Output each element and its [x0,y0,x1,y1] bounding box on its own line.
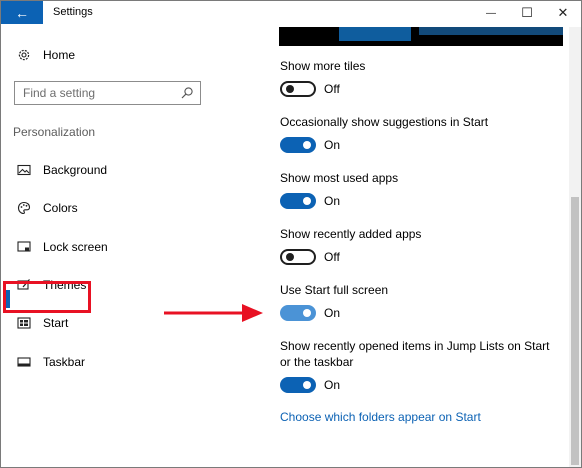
toggle-knob [303,381,311,389]
setting-label-full-screen: Use Start full screen [280,283,389,297]
title-bar: ← Settings — ☐ ✕ [1,1,581,27]
close-icon: ✕ [557,5,569,20]
window-title: Settings [53,6,93,18]
start-preview [279,27,563,46]
maximize-icon: ☐ [521,5,533,20]
toggle-state-label: Off [324,82,340,96]
scrollbar-thumb[interactable] [571,197,579,465]
toggle-state-label: On [324,194,341,208]
setting-label-show-more-tiles: Show more tiles [280,59,366,73]
toggle-knob [303,141,311,149]
toggle-knob [303,197,311,205]
sidebar-item-lock-screen[interactable]: Lock screen [1,232,221,262]
preview-tiles [339,27,411,41]
gear-icon [17,48,31,62]
toggle-state-label: On [324,306,341,320]
toggle-suggestions[interactable] [280,137,316,153]
sidebar-home-label: Home [43,48,76,62]
search-box[interactable] [14,81,201,105]
sidebar-item-label: Taskbar [43,355,86,369]
sidebar-item-label: Colors [43,201,78,215]
setting-label-recently-added: Show recently added apps [280,227,422,241]
toggle-state-label: Off [324,250,340,264]
taskbar-icon [17,355,31,369]
sidebar-item-background[interactable]: Background [1,155,221,185]
start-icon [17,316,31,330]
annotation-highlight-box [3,281,91,313]
toggle-most-used[interactable] [280,193,316,209]
search-input[interactable] [15,82,175,104]
sidebar: Home Personalization Background Colors [1,27,231,467]
setting-label-line: or the taskbar [280,355,354,369]
sidebar-item-taskbar[interactable]: Taskbar [1,347,221,377]
toggle-jump-lists[interactable] [280,377,316,393]
setting-label-most-used: Show most used apps [280,171,399,185]
toggle-recently-added[interactable] [280,249,316,265]
picture-icon [17,163,31,177]
sidebar-item-label: Lock screen [43,240,108,254]
toggle-full-screen[interactable] [280,305,316,321]
setting-label-line: Show recently opened items in Jump Lists… [280,339,550,353]
sidebar-item-label: Background [43,163,108,177]
minimize-button[interactable]: — [473,1,509,25]
toggle-state-label: On [324,138,341,152]
section-heading: Personalization [13,125,96,139]
palette-icon [17,201,31,215]
close-button[interactable]: ✕ [545,1,581,25]
settings-window: ← Settings — ☐ ✕ Home Personalization [0,0,582,468]
sidebar-item-colors[interactable]: Colors [1,193,221,223]
back-arrow-icon: ← [15,4,29,21]
back-button[interactable]: ← [1,1,43,24]
minimize-icon: — [486,7,496,19]
toggle-knob [286,85,294,93]
toggle-knob [286,253,294,261]
start-settings-panel: Show more tiles Off Occasionally show su… [231,27,569,467]
setting-label-suggestions: Occasionally show suggestions in Start [280,115,489,129]
search-icon[interactable] [180,86,194,100]
toggle-state-label: On [324,378,341,392]
lock-screen-icon [17,240,31,254]
toggle-knob [303,309,311,317]
setting-label-jump-lists: Show recently opened items in Jump Lists… [280,338,549,370]
preview-tiles-secondary [419,27,563,35]
maximize-button[interactable]: ☐ [509,1,545,25]
sidebar-home[interactable]: Home [1,40,221,70]
toggle-show-more-tiles[interactable] [280,81,316,97]
choose-folders-link[interactable]: Choose which folders appear on Start [280,410,481,424]
sidebar-item-label: Start [43,316,69,330]
